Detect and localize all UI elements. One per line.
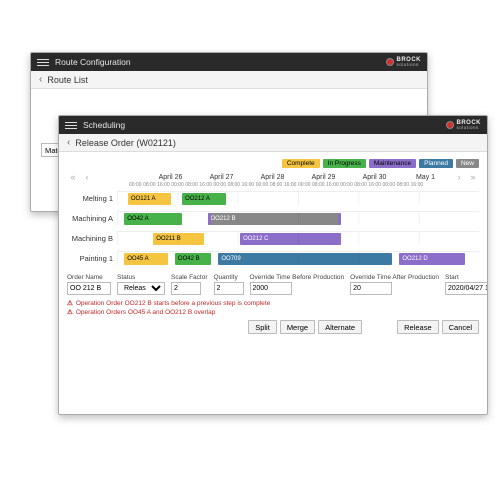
sched-titlebar: Scheduling BROCK solutions	[59, 116, 487, 134]
merge-button[interactable]: Merge	[280, 320, 315, 334]
row-label: Machining B	[67, 234, 117, 243]
legend-inprogress: In Progress	[323, 159, 366, 168]
sched-subbar: ‹ Release Order (W02121)	[59, 134, 487, 152]
day-header: April 30	[349, 174, 400, 181]
brand-dot-icon	[386, 58, 394, 66]
gantt-bar[interactable]: OO42 A	[124, 213, 182, 225]
row-label: Painting 1	[67, 254, 117, 263]
scale-factor-label: Scale Factor	[171, 274, 208, 281]
brand-dot-icon	[446, 121, 454, 129]
gantt-track: OO211 B OO212 C	[117, 231, 479, 245]
warnings-list: ⚠Operation Order OO212 B starts before a…	[67, 298, 479, 317]
order-form: Order Name Status Released Scale Factor …	[67, 268, 479, 298]
gantt-bar[interactable]: OO212 A	[182, 193, 225, 205]
hamburger-icon[interactable]	[65, 122, 77, 129]
day-header: April 29	[298, 174, 349, 181]
warning-text: Operation Order OO212 B starts before a …	[76, 300, 270, 307]
quantity-input[interactable]	[214, 282, 244, 295]
legend-planned: Planned	[419, 159, 453, 168]
brand-logo: BROCK solutions	[446, 120, 482, 131]
gantt-bar[interactable]: OO211 B	[153, 233, 204, 245]
nav-prev-icon[interactable]: ‹	[81, 172, 93, 182]
cancel-button[interactable]: Cancel	[442, 320, 479, 334]
warning-icon: ⚠	[67, 299, 73, 307]
day-header: April 28	[247, 174, 298, 181]
route-breadcrumb[interactable]: Route List	[47, 75, 88, 85]
status-label: Status	[117, 274, 165, 281]
override-after-label: Override Time After Production	[350, 274, 439, 281]
scheduling-window: Scheduling BROCK solutions ‹ Release Ord…	[58, 115, 488, 415]
legend-maintenance: Maintenance	[369, 159, 416, 168]
release-button[interactable]: Release	[397, 320, 439, 334]
override-before-label: Override Time Before Production	[250, 274, 345, 281]
start-label: Start	[445, 274, 488, 281]
gantt-row: Machining A OO42 A OO212 B	[67, 208, 479, 228]
brand-logo: BROCK solutions	[386, 57, 422, 68]
status-legend: CompleteIn ProgressMaintenancePlannedNew	[67, 157, 479, 172]
gantt-bar[interactable]: OO121 A	[128, 193, 171, 205]
order-name-input[interactable]	[67, 282, 111, 295]
route-titlebar: Route Configuration BROCK solutions	[31, 53, 427, 71]
status-select[interactable]: Released	[117, 282, 165, 295]
sched-breadcrumb[interactable]: Release Order (W02121)	[75, 138, 176, 148]
gantt-bar[interactable]: OO709	[218, 253, 392, 265]
route-title: Route Configuration	[55, 57, 386, 67]
warning-item: ⚠Operation Orders OO45 A and OO212 B ove…	[67, 308, 479, 316]
gantt-row: Painting 1 OO45 A OO42 B OO709 OO212 D	[67, 248, 479, 268]
nav-first-icon[interactable]: «	[67, 172, 79, 182]
day-header: May 1	[400, 174, 451, 181]
warning-icon: ⚠	[67, 308, 73, 316]
bar-cap-icon	[208, 213, 211, 225]
nav-next-icon[interactable]: ›	[453, 172, 465, 182]
hamburger-icon[interactable]	[37, 59, 49, 66]
override-before-input[interactable]	[250, 282, 292, 295]
day-header: April 26	[145, 174, 196, 181]
order-name-label: Order Name	[67, 274, 111, 281]
bar-cap-icon	[338, 213, 341, 225]
quantity-label: Quantity	[214, 274, 244, 281]
row-label: Machining A	[67, 214, 117, 223]
gantt-bar[interactable]: OO212 D	[399, 253, 464, 265]
gantt-bar[interactable]: OO212 B	[208, 213, 342, 225]
gantt-row: Machining B OO211 B OO212 C	[67, 228, 479, 248]
nav-last-icon[interactable]: »	[467, 172, 479, 182]
alternate-button[interactable]: Alternate	[318, 320, 362, 334]
split-button[interactable]: Split	[248, 320, 277, 334]
override-after-input[interactable]	[350, 282, 392, 295]
day-header: April 27	[196, 174, 247, 181]
back-chevron-icon[interactable]: ‹	[67, 137, 70, 148]
legend-new: New	[456, 159, 479, 168]
start-input[interactable]	[445, 282, 488, 295]
sched-title: Scheduling	[83, 120, 446, 130]
gantt-track: OO45 A OO42 B OO709 OO212 D	[117, 251, 479, 265]
warning-text: Operation Orders OO45 A and OO212 B over…	[76, 309, 215, 316]
route-subbar: ‹ Route List	[31, 71, 427, 89]
warning-item: ⚠Operation Order OO212 B starts before a…	[67, 299, 479, 307]
gantt-track: OO42 A OO212 B	[117, 211, 479, 225]
gantt-track: OO121 A OO212 A	[117, 191, 479, 205]
gantt-bar[interactable]: OO42 B	[175, 253, 211, 265]
legend-complete: Complete	[282, 159, 320, 168]
row-label: Melting 1	[67, 194, 117, 203]
gantt-row: Melting 1 OO121 A OO212 A	[67, 188, 479, 208]
scale-factor-input[interactable]	[171, 282, 201, 295]
gantt-bar[interactable]: OO212 C	[240, 233, 341, 245]
gantt-bar[interactable]: OO45 A	[124, 253, 167, 265]
back-chevron-icon[interactable]: ‹	[39, 74, 42, 85]
